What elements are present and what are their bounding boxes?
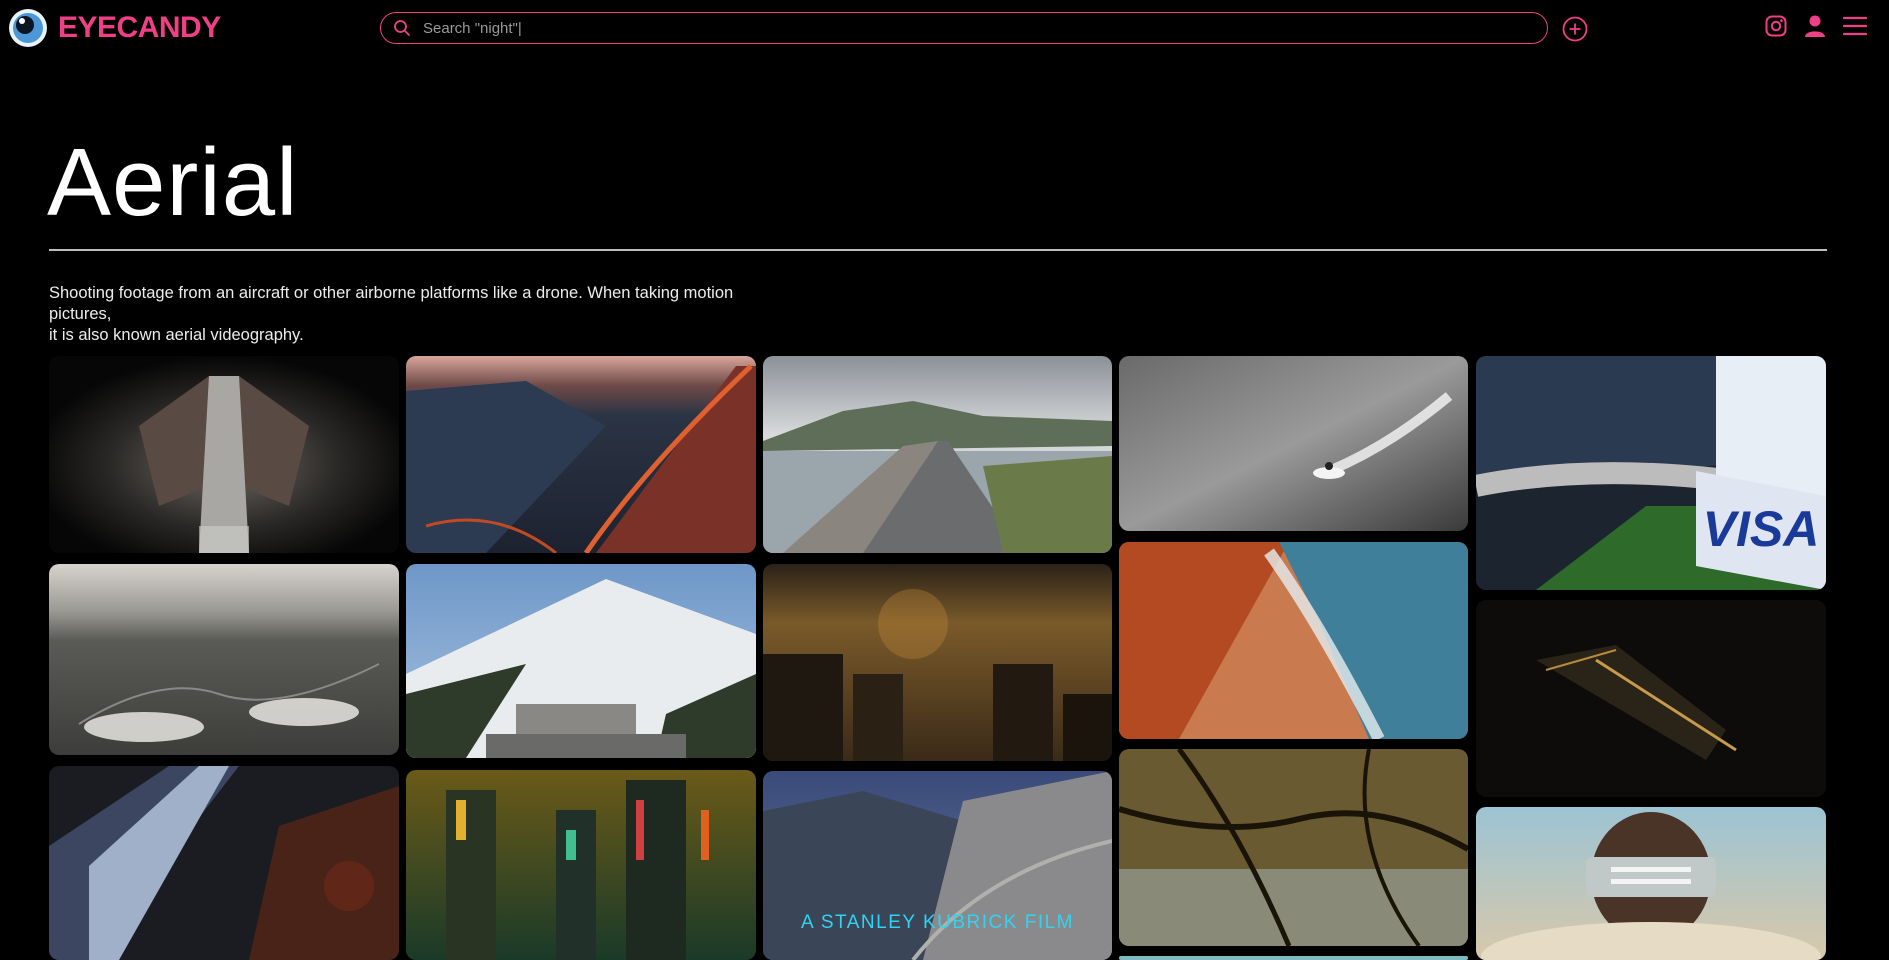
gallery-thumbnail: [1119, 542, 1468, 739]
gallery-thumbnail: [763, 356, 1112, 553]
gallery-item-beach-waves[interactable]: [1119, 542, 1468, 739]
title-divider: [49, 249, 1827, 251]
gallery-item-highway-water[interactable]: [763, 356, 1112, 553]
gallery-item-visor-clouds[interactable]: [1476, 807, 1826, 960]
gallery-thumbnail: VISA: [1476, 356, 1826, 590]
gallery-item-desert-birds[interactable]: [49, 564, 399, 755]
instagram-icon[interactable]: [1765, 15, 1787, 37]
eye-logo-icon: [9, 9, 47, 47]
gallery-item-mountain-river[interactable]: [49, 766, 399, 960]
brand-name: EYECANDY: [58, 11, 221, 44]
plus-circle-icon[interactable]: [1562, 16, 1588, 42]
gallery-thumbnail: [763, 564, 1112, 761]
gallery-thumbnail: [406, 564, 756, 758]
gallery-thumbnail: [406, 356, 756, 553]
search-icon: [394, 20, 410, 36]
gallery-thumbnail: [49, 766, 399, 960]
gallery-thumbnail: [1476, 807, 1826, 960]
gallery-item-city-lights[interactable]: [763, 564, 1112, 761]
gallery-item-dark-alley[interactable]: [49, 356, 399, 553]
description-line-2: it is also known aerial videography.: [49, 326, 304, 344]
top-navigation-bar: EYECANDY: [0, 0, 1889, 58]
visa-banner-text: VISA: [1703, 501, 1820, 557]
menu-icon[interactable]: [1842, 14, 1868, 38]
gallery-item-lava-volcano[interactable]: [406, 356, 756, 553]
gallery-thumbnail: [1119, 749, 1468, 946]
user-icon[interactable]: [1803, 14, 1827, 38]
gallery-item-neon-city[interactable]: [406, 770, 756, 960]
gallery-item-jet-ski[interactable]: [1119, 356, 1468, 531]
gallery-thumbnail: [49, 564, 399, 755]
page-title: Aerial: [47, 129, 299, 236]
gallery-item-tree-branches[interactable]: [1119, 749, 1468, 946]
description-line-1: Shooting footage from an aircraft or oth…: [49, 284, 734, 323]
gallery-item-night-bridge[interactable]: [1476, 600, 1826, 797]
gallery-thumbnail: [1119, 956, 1468, 960]
gallery-item-mountain-road[interactable]: A STANLEY KUBRICK FILM: [763, 771, 1112, 960]
film-caption: A STANLEY KUBRICK FILM: [800, 912, 1075, 933]
search-bar[interactable]: [380, 12, 1548, 44]
gallery-thumbnail: [1476, 600, 1826, 797]
gallery-item-snowy-lodge[interactable]: [406, 564, 756, 758]
search-input[interactable]: [421, 18, 1525, 38]
gallery-thumbnail: [49, 356, 399, 553]
gallery-thumbnail: [1119, 356, 1468, 531]
gallery-item-next-peek[interactable]: [1119, 956, 1468, 960]
gallery-thumbnail: [406, 770, 756, 960]
brand-logo[interactable]: EYECANDY: [8, 8, 221, 48]
category-description: Shooting footage from an aircraft or oth…: [49, 283, 769, 346]
gallery-item-stadium-track[interactable]: VISA: [1476, 356, 1826, 590]
